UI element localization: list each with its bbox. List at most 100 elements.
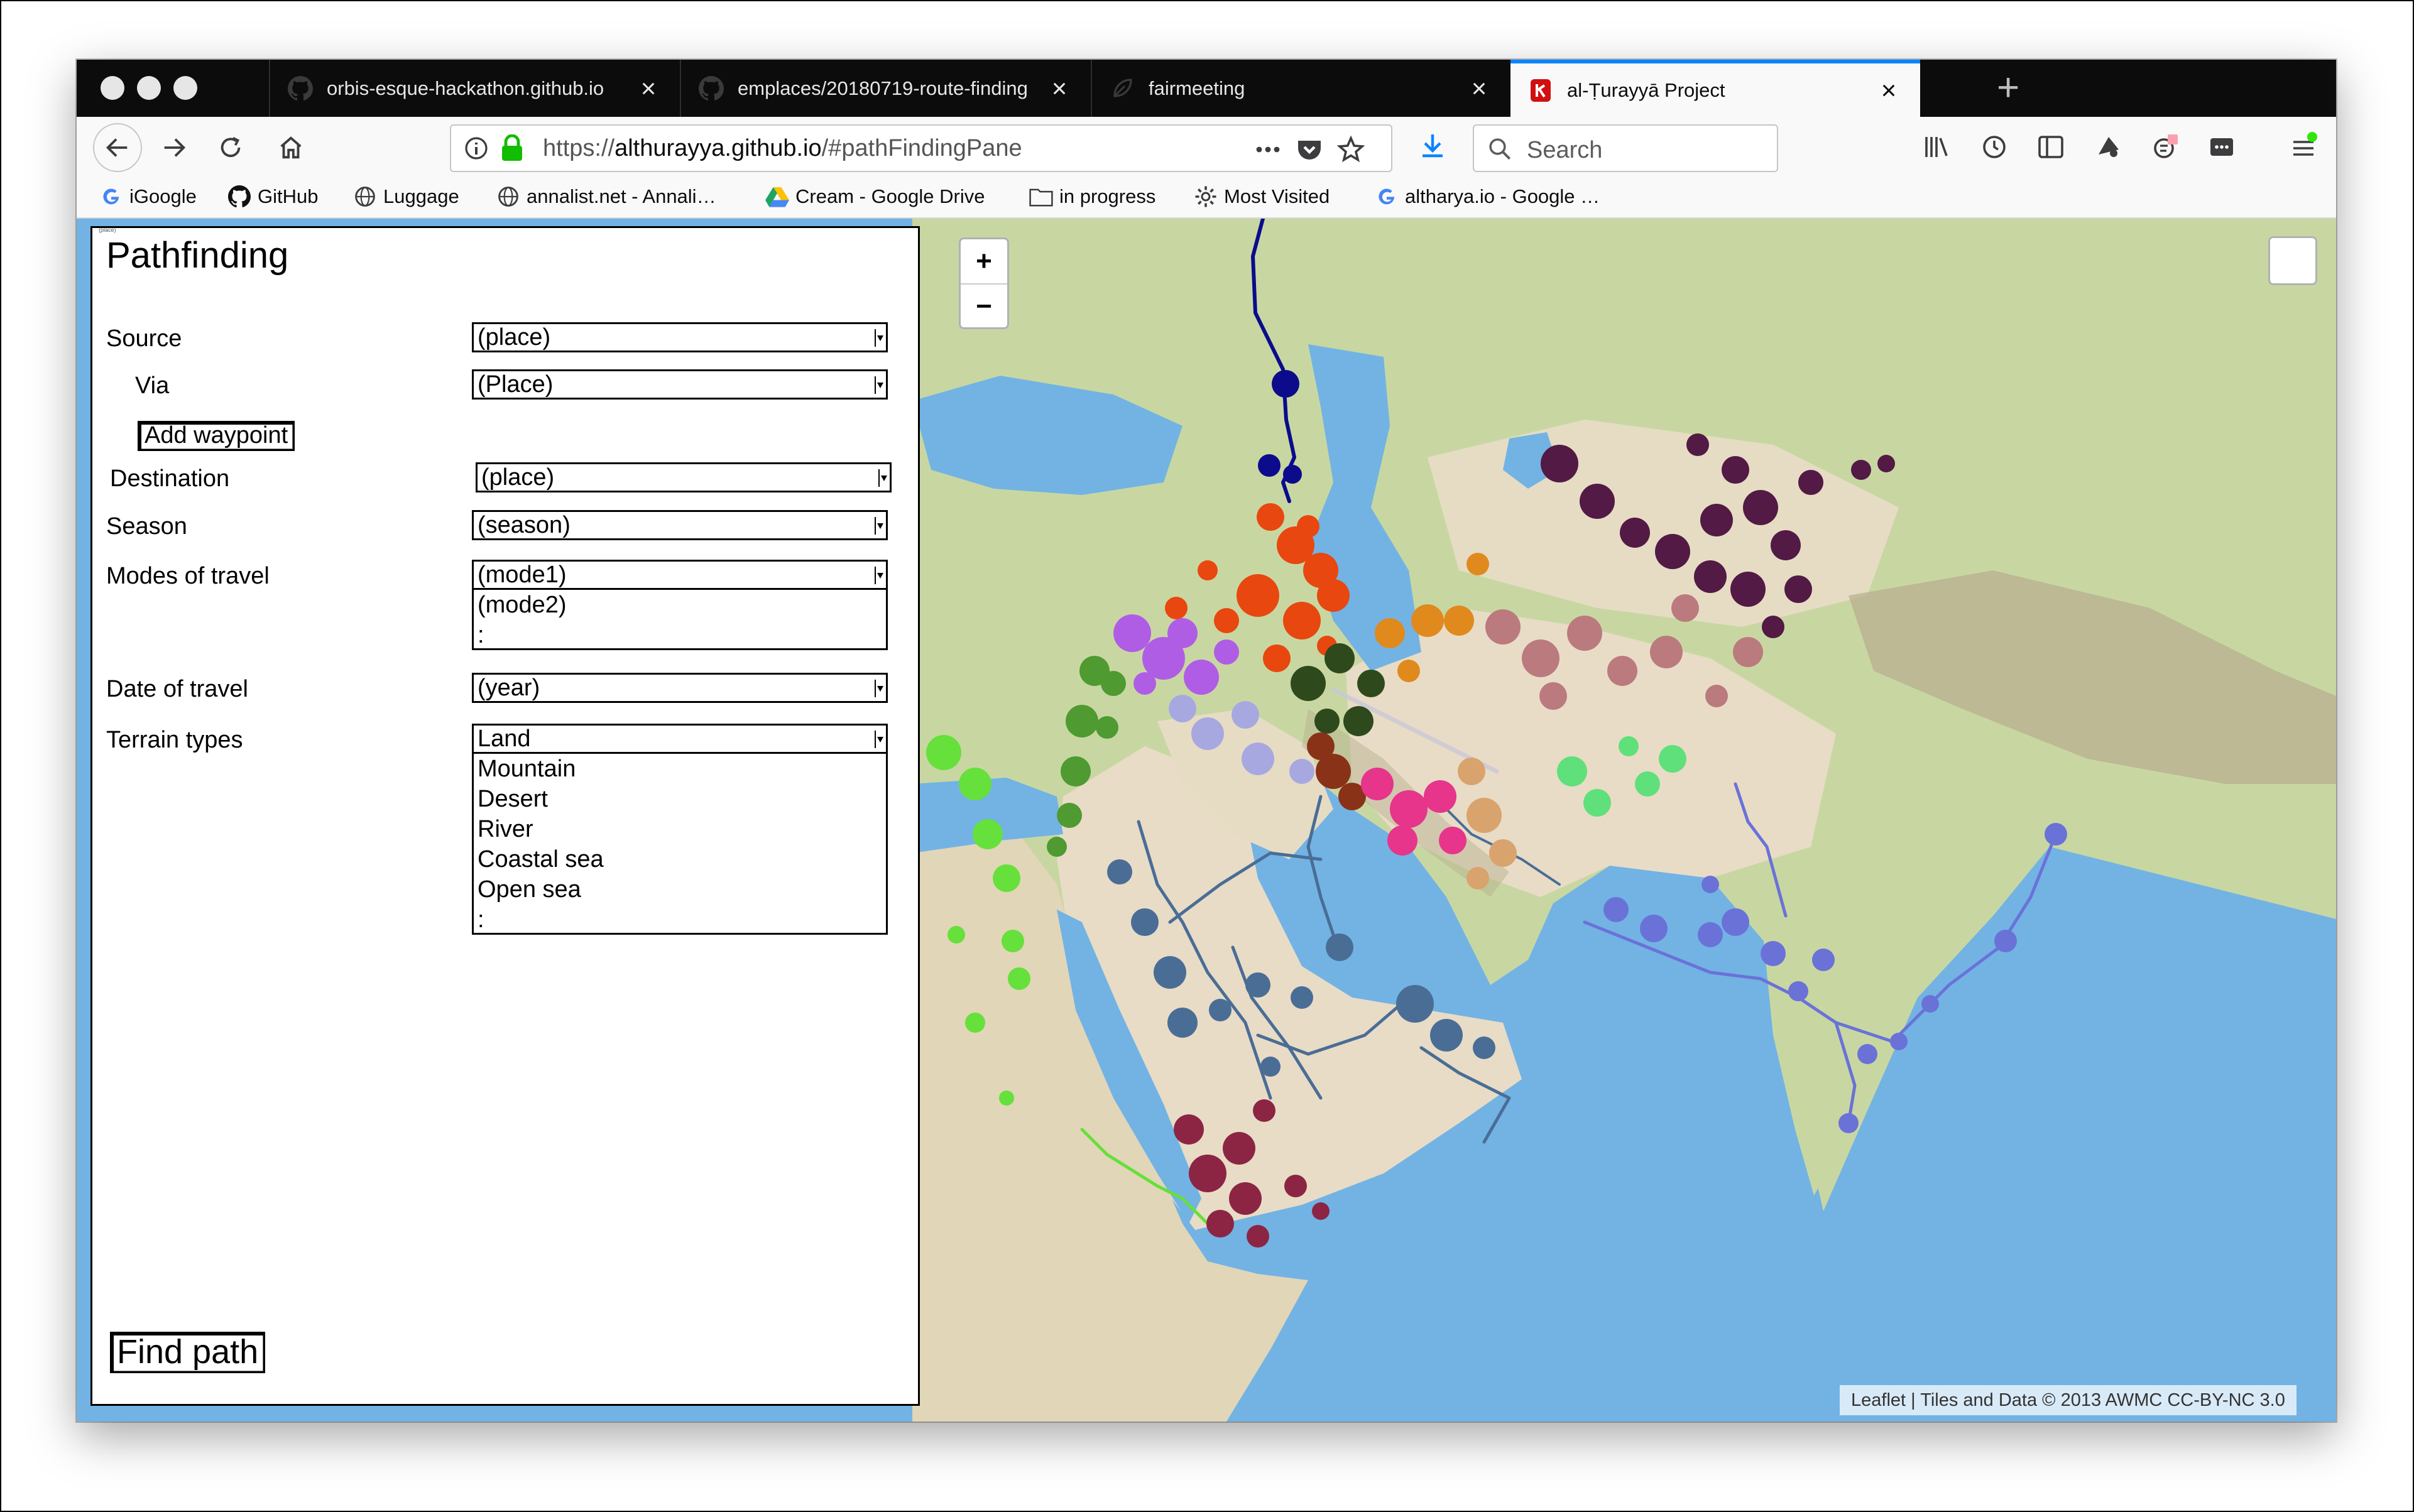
modes-of-travel-select[interactable]: (mode1): [472, 560, 888, 590]
browser-window: orbis-esque-hackathon.github.io × emplac…: [77, 60, 2336, 1422]
list-item[interactable]: (mode2): [478, 590, 886, 620]
navigation-toolbar: https://althurayya.github.io/#pathFindin…: [77, 117, 2336, 177]
bookmark-luggage[interactable]: Luggage: [353, 185, 459, 209]
chevron-down-icon: [875, 731, 885, 748]
history-icon[interactable]: [1979, 132, 2009, 162]
close-tab-icon[interactable]: ×: [1465, 75, 1493, 102]
tab-emplaces[interactable]: emplaces/20180719-route-finding ×: [680, 60, 1091, 117]
zoom-in-button[interactable]: +: [961, 239, 1007, 285]
season-select[interactable]: (season): [472, 510, 888, 540]
url-text: https://althurayya.github.io/#pathFindin…: [543, 135, 1022, 161]
google-icon: [1375, 185, 1399, 209]
globe-icon: [496, 185, 520, 209]
list-item[interactable]: Desert: [478, 784, 886, 814]
terrain-types-select[interactable]: Land: [472, 724, 888, 754]
chevron-down-icon: [875, 680, 885, 697]
github-icon: [699, 75, 724, 101]
chevron-down-icon: [875, 517, 885, 535]
search-icon: [1489, 138, 1511, 160]
list-item[interactable]: Coastal sea: [478, 844, 886, 874]
github-icon: [227, 185, 251, 209]
via-label: Via: [135, 373, 170, 399]
reload-button[interactable]: [209, 126, 253, 170]
address-bar[interactable]: https://althurayya.github.io/#pathFindin…: [450, 124, 1392, 172]
bookmark-most-visited[interactable]: Most Visited: [1194, 185, 1330, 209]
maximize-window-button[interactable]: [173, 76, 197, 100]
bookmark-annalist[interactable]: annalist.net - Annali…: [496, 185, 716, 209]
chevron-down-icon: [875, 567, 885, 584]
zoom-out-button[interactable]: −: [961, 285, 1007, 329]
terrain-types-list[interactable]: Mountain Desert River Coastal sea Open s…: [472, 754, 888, 935]
gear-icon: [1194, 185, 1218, 209]
date-of-travel-select[interactable]: (year): [472, 673, 888, 703]
downloads-icon[interactable]: [1417, 131, 1448, 161]
find-path-button[interactable]: Find path: [110, 1332, 266, 1373]
tab-title: orbis-esque-hackathon.github.io: [327, 77, 604, 99]
corner-label: (place): [99, 227, 116, 233]
bookmarks-toolbar: iGoogle GitHub Luggage annalist.net - An…: [77, 177, 2336, 219]
tab-title: fairmeeting: [1149, 77, 1245, 99]
pane-title: Pathfinding: [106, 235, 289, 276]
leaf-icon: [1110, 76, 1135, 101]
close-tab-icon[interactable]: ×: [1046, 75, 1073, 102]
new-tab-icon[interactable]: +: [1997, 67, 2019, 109]
back-button[interactable]: [93, 123, 142, 172]
chevron-down-icon: [878, 469, 888, 487]
lock-icon[interactable]: [500, 134, 524, 162]
overflow-extension-icon[interactable]: [2207, 132, 2237, 162]
terrain-types-label: Terrain types: [106, 727, 243, 753]
destination-label: Destination: [110, 465, 230, 492]
via-select[interactable]: (Place): [472, 369, 888, 400]
close-tab-icon[interactable]: ×: [1875, 77, 1903, 104]
date-of-travel-label: Date of travel: [106, 676, 248, 702]
list-item[interactable]: Mountain: [478, 754, 886, 784]
bookmark-star-icon[interactable]: [1336, 134, 1366, 165]
bookmark-google-drive[interactable]: Cream - Google Drive: [765, 185, 985, 209]
list-item[interactable]: River: [478, 814, 886, 844]
destination-select[interactable]: (place): [476, 462, 892, 492]
close-tab-icon[interactable]: ×: [635, 75, 662, 102]
map-attribution: Leaflet | Tiles and Data © 2013 AWMC CC-…: [1840, 1385, 2297, 1415]
forward-button[interactable]: [152, 126, 196, 170]
search-placeholder: Search: [1527, 137, 1603, 163]
library-icon[interactable]: [1921, 132, 1952, 162]
globe-icon: [353, 185, 377, 209]
bookmark-igoogle[interactable]: iGoogle: [99, 185, 197, 209]
bookmark-github[interactable]: GitHub: [227, 185, 318, 209]
extension-icon[interactable]: [2094, 132, 2124, 162]
list-item[interactable]: :: [478, 620, 886, 650]
home-button[interactable]: [269, 126, 313, 170]
github-icon: [288, 75, 313, 101]
modes-of-travel-label: Modes of travel: [106, 563, 270, 589]
chevron-down-icon: [875, 376, 885, 394]
list-item[interactable]: :: [478, 905, 886, 935]
add-waypoint-button[interactable]: Add waypoint: [138, 421, 295, 451]
zoom-control: + −: [959, 237, 1009, 329]
close-window-button[interactable]: [101, 76, 124, 100]
list-item[interactable]: Open sea: [478, 874, 886, 905]
folder-icon: [1029, 185, 1053, 209]
google-icon: [99, 185, 123, 209]
tab-orbis[interactable]: orbis-esque-hackathon.github.io ×: [269, 60, 680, 117]
bookmark-folder-in-progress[interactable]: in progress: [1029, 185, 1155, 209]
season-label: Season: [106, 513, 187, 540]
turayya-logo-icon: [1528, 78, 1553, 103]
info-icon[interactable]: [464, 136, 489, 161]
tab-strip: orbis-esque-hackathon.github.io × emplac…: [77, 60, 2336, 117]
layers-control-button[interactable]: [2268, 236, 2317, 285]
sync-extension-icon[interactable]: [2150, 132, 2180, 162]
pathfinding-pane: (place) Pathfinding Source (place) Via (…: [90, 226, 920, 1406]
tab-fairmeeting[interactable]: fairmeeting ×: [1091, 60, 1510, 117]
sidebar-icon[interactable]: [2036, 132, 2066, 162]
hamburger-menu-icon[interactable]: [2288, 132, 2318, 162]
bookmark-altharya[interactable]: altharya.io - Google …: [1375, 185, 1600, 209]
modes-of-travel-list[interactable]: (mode2) :: [472, 590, 888, 650]
tab-turayya[interactable]: al-Ṭurayyā Project ×: [1510, 60, 1920, 117]
tab-title: emplaces/20180719-route-finding: [738, 77, 1028, 99]
minimize-window-button[interactable]: [137, 76, 161, 100]
source-select[interactable]: (place): [472, 322, 888, 352]
pocket-icon[interactable]: [1294, 134, 1324, 165]
page-actions-icon[interactable]: [1253, 134, 1283, 165]
search-box[interactable]: Search: [1473, 124, 1778, 172]
chevron-down-icon: [875, 329, 885, 347]
